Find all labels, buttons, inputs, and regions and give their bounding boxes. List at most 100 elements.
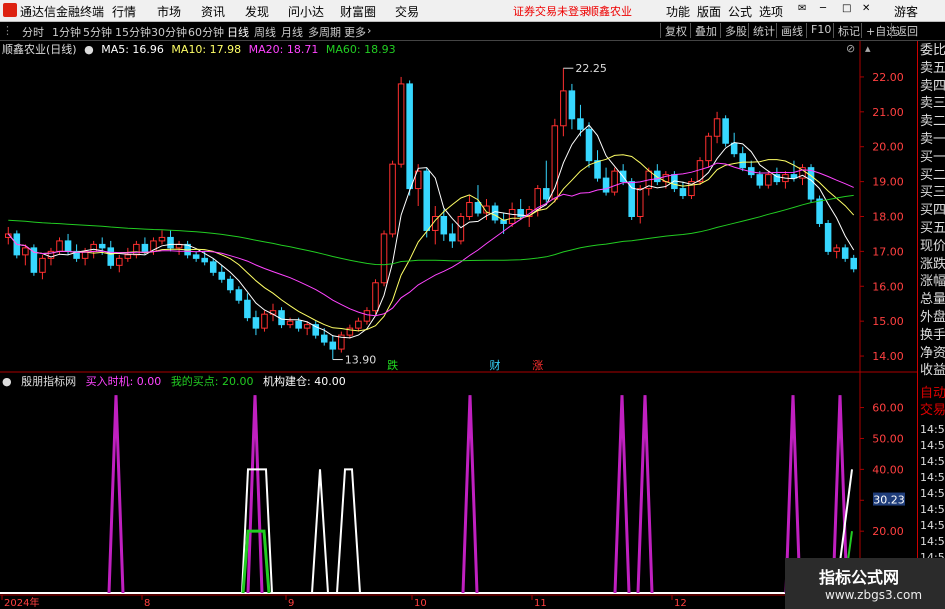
sidebar-time-1: 14:56 xyxy=(920,439,945,452)
candle-body-7 xyxy=(64,240,72,252)
candle-body-18 xyxy=(158,236,166,242)
candle-body-30 xyxy=(261,313,268,329)
price-label-1: 21.00 xyxy=(872,106,904,119)
sidebar-item-6[interactable]: 买一 xyxy=(920,150,945,166)
sidebar-item-15[interactable]: 外盘 xyxy=(920,310,945,326)
sidebar-auto-trade-0[interactable]: 自动 xyxy=(920,386,945,402)
candle-body-49 xyxy=(423,170,431,231)
candle-body-79 xyxy=(679,188,687,197)
price-label-0: 22.00 xyxy=(872,71,904,84)
candle-body-14 xyxy=(124,254,132,259)
candle-body-43 xyxy=(372,282,379,312)
candle-body-2 xyxy=(22,247,29,256)
sidebar-item-2[interactable]: 卖四 xyxy=(920,79,945,95)
candle-body-67 xyxy=(577,118,584,130)
candle-body-99 xyxy=(850,257,858,270)
candle-body-54 xyxy=(466,202,473,217)
candle-body-22 xyxy=(192,254,200,259)
date-label-5: 12 xyxy=(674,598,687,609)
price-label-5: 17.00 xyxy=(872,245,904,258)
candle-body-69 xyxy=(594,160,601,179)
date-label-1: 8 xyxy=(144,598,150,609)
indicator-name[interactable]: 殷朋指标网 xyxy=(21,375,76,388)
candle-body-12 xyxy=(107,247,115,266)
sidebar-item-18[interactable]: 收益 xyxy=(920,363,945,379)
sidebar-item-10[interactable]: 买五 xyxy=(920,221,945,237)
date-label-4: 11 xyxy=(534,598,547,609)
candle-body-25 xyxy=(218,271,226,280)
indicator-inst-build: 机构建仓: 40.00 xyxy=(263,375,346,388)
candle-body-10 xyxy=(90,243,97,252)
ind-axis-label-4: 20.00 xyxy=(872,525,904,538)
sidebar-item-17[interactable]: 净资 xyxy=(920,346,945,362)
buy-spike-3 xyxy=(613,395,631,594)
sidebar-time-7: 14:56 xyxy=(920,535,945,548)
sidebar-item-9[interactable]: 买四 xyxy=(920,203,945,219)
sidebar-item-12[interactable]: 涨跌 xyxy=(920,257,945,273)
indicator-toggle-icon[interactable]: ● xyxy=(2,375,12,388)
date-label-0: 2024年 xyxy=(4,596,39,609)
date-label-2: 9 xyxy=(288,598,294,609)
sidebar-item-8[interactable]: 买三 xyxy=(920,185,945,201)
candle-body-44 xyxy=(380,233,388,284)
candle-body-51 xyxy=(440,215,448,235)
sidebar-item-16[interactable]: 换手 xyxy=(920,328,945,344)
candle-tag-1: 财 xyxy=(490,358,501,372)
buy-spike-1 xyxy=(246,395,264,594)
candle-body-19 xyxy=(167,236,174,249)
ma-lines xyxy=(7,124,855,339)
price-label-3: 19.00 xyxy=(872,176,904,189)
chart-grid xyxy=(0,41,917,596)
sidebar-item-3[interactable]: 卖三 xyxy=(920,96,945,112)
axes: 22.00 21.00 20.00 19.00 18.00 17.00 16.00 15.00… xyxy=(1,62,905,609)
sidebar-auto-trade-1[interactable]: 交易 xyxy=(920,403,945,419)
watermark: 指标公式网 www.zbgs3.com xyxy=(785,558,945,609)
candle-body-46 xyxy=(397,83,405,165)
price-label-2: 20.00 xyxy=(872,141,904,154)
sidebar-time-2: 14:56 xyxy=(920,455,945,468)
candle-body-24 xyxy=(209,261,217,273)
sidebar-item-1[interactable]: 卖五 xyxy=(920,61,945,77)
candle-body-35 xyxy=(303,324,311,329)
watermark-title: 指标公式网 xyxy=(819,568,900,587)
high-marker-label: 22.25 xyxy=(575,62,607,75)
sidebar-item-5[interactable]: 卖一 xyxy=(920,132,945,148)
sidebar-item-0[interactable]: 委比 xyxy=(920,43,945,59)
candle-body-86 xyxy=(739,153,746,169)
ma10-value: MA10: 17.98 xyxy=(171,43,242,56)
candle-body-38 xyxy=(329,341,337,350)
settings-icon[interactable]: ⊘ xyxy=(846,42,855,55)
candle-body-63 xyxy=(543,188,550,200)
collapse-icon[interactable]: ▴ xyxy=(865,42,871,55)
sidebar-item-11[interactable]: 现价 xyxy=(920,239,945,255)
candle-body-94 xyxy=(807,167,815,200)
sidebar-time-5: 14:56 xyxy=(920,503,945,516)
candle-body-84 xyxy=(722,118,729,144)
sidebar-item-14[interactable]: 总量 xyxy=(920,292,945,308)
inst-build-plateau-2 xyxy=(336,468,361,594)
sidebar-item-7[interactable]: 买二 xyxy=(920,168,945,184)
price-label-7: 15.00 xyxy=(872,315,904,328)
candle-body-3 xyxy=(30,247,38,273)
candle-body-47 xyxy=(406,83,413,190)
sidebar-item-13[interactable]: 涨幅 xyxy=(920,274,945,290)
kline-chart[interactable]: 22.00 21.00 20.00 19.00 18.00 17.00 16.00 15.00… xyxy=(0,0,945,609)
ind-axis-label-0: 60.00 xyxy=(872,402,904,415)
candle-body-6 xyxy=(56,240,63,252)
candle-body-15 xyxy=(133,243,140,256)
sidebar-item-4[interactable]: 卖二 xyxy=(920,114,945,130)
candle-body-28 xyxy=(244,299,251,319)
candle-body-65 xyxy=(560,90,567,127)
candle-body-4 xyxy=(39,257,46,273)
inst-build-spike-1 xyxy=(311,469,329,594)
candle-body-16 xyxy=(141,243,149,252)
sidebar-time-3: 14:56 xyxy=(920,471,945,484)
candle-tag-0: 跌 xyxy=(387,358,398,372)
buy-spike-0 xyxy=(107,395,125,594)
candle-tag-2: 涨 xyxy=(532,359,543,372)
ma60-value: MA60: 18.93 xyxy=(325,43,396,56)
ma-toggle-icon[interactable]: ● xyxy=(84,43,94,56)
candle-body-42 xyxy=(363,310,371,322)
ma5-value: MA5: 16.96 xyxy=(101,43,164,56)
candle-body-95 xyxy=(816,198,823,224)
